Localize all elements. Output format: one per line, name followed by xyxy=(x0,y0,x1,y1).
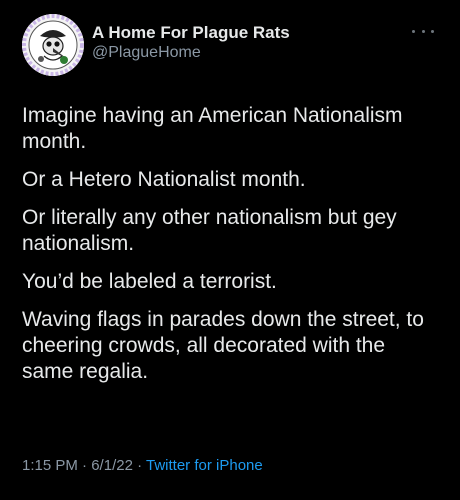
display-name[interactable]: A Home For Plague Rats xyxy=(92,23,290,43)
tweet-paragraph: Waving flags in parades down the street,… xyxy=(22,308,424,383)
tweet-paragraph: You’d be labeled a terrorist. xyxy=(22,270,277,293)
tweet-paragraph: Or literally any other nationalism but g… xyxy=(22,206,397,255)
tweet-paragraph: Or a Hetero Nationalist month. xyxy=(22,168,306,191)
meta-separator: · xyxy=(77,457,92,474)
meta-separator: · xyxy=(132,457,146,474)
tweet-meta: 1:15 PM · 6/1/22 · Twitter for iPhone xyxy=(22,457,263,475)
ellipsis-icon[interactable] xyxy=(412,24,434,38)
avatar[interactable] xyxy=(22,14,84,76)
ellipsis-dot xyxy=(431,29,434,33)
tweet-paragraph: Imagine having an American Nationalism m… xyxy=(22,104,403,153)
tweet-source-link[interactable]: Twitter for iPhone xyxy=(146,457,263,474)
tweet-text: Imagine having an American Nationalism m… xyxy=(22,103,442,397)
user-handle[interactable]: @PlagueHome xyxy=(92,43,290,63)
tweet-date[interactable]: 6/1/22 xyxy=(91,457,133,474)
tweet: A Home For Plague Rats @PlagueHome Imagi… xyxy=(0,0,460,500)
plague-doctor-rat-icon xyxy=(22,14,84,76)
ellipsis-dot xyxy=(421,29,425,33)
tweet-time[interactable]: 1:15 PM xyxy=(22,457,78,474)
user-block[interactable]: A Home For Plague Rats @PlagueHome xyxy=(92,23,290,63)
ellipsis-dot xyxy=(412,29,415,33)
tweet-header: A Home For Plague Rats @PlagueHome xyxy=(22,14,442,80)
